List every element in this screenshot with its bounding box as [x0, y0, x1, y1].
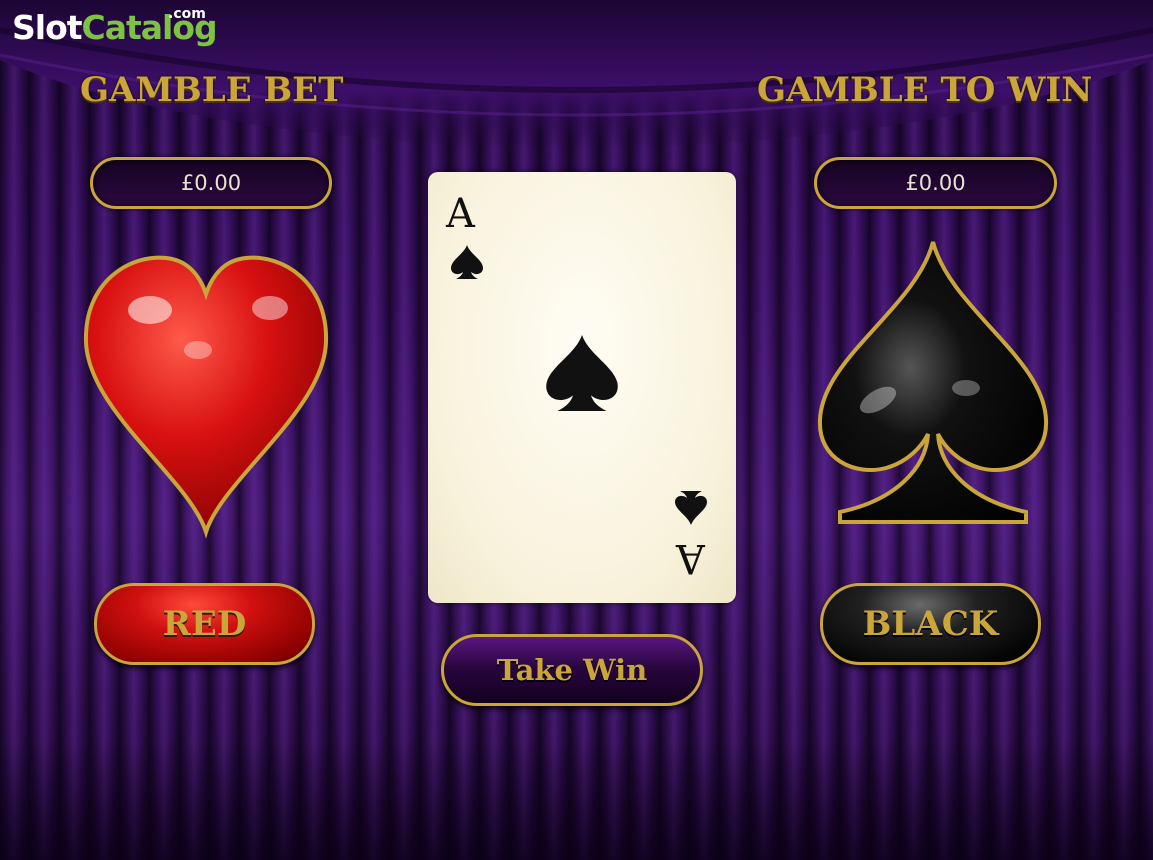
slotcatalog-logo: SlotCatalog .com: [12, 6, 218, 47]
gamble-screen: SlotCatalog .com GAMBLE BET GAMBLE TO WI…: [0, 0, 1153, 860]
playing-card: A A: [428, 172, 736, 603]
take-win-button[interactable]: Take Win: [441, 634, 703, 706]
gamble-bet-amount: £0.00: [90, 157, 332, 209]
black-button[interactable]: BLACK: [820, 583, 1041, 665]
logo-com-text: .com: [168, 6, 206, 22]
spade-icon: [817, 238, 1049, 524]
spade-icon: [451, 245, 483, 279]
logo-slot-text: Slot: [12, 8, 83, 47]
spade-icon: [675, 491, 707, 525]
card-rank-top: A: [446, 191, 475, 237]
gamble-bet-title: GAMBLE BET: [80, 70, 344, 110]
heart-icon: [83, 255, 329, 539]
card-rank-bottom: A: [676, 535, 705, 581]
red-button[interactable]: RED: [94, 583, 315, 665]
spade-icon: [546, 335, 618, 411]
stage-floor: [0, 740, 1153, 860]
gamble-to-win-title: GAMBLE TO WIN: [757, 70, 1093, 110]
gamble-to-win-amount: £0.00: [814, 157, 1057, 209]
